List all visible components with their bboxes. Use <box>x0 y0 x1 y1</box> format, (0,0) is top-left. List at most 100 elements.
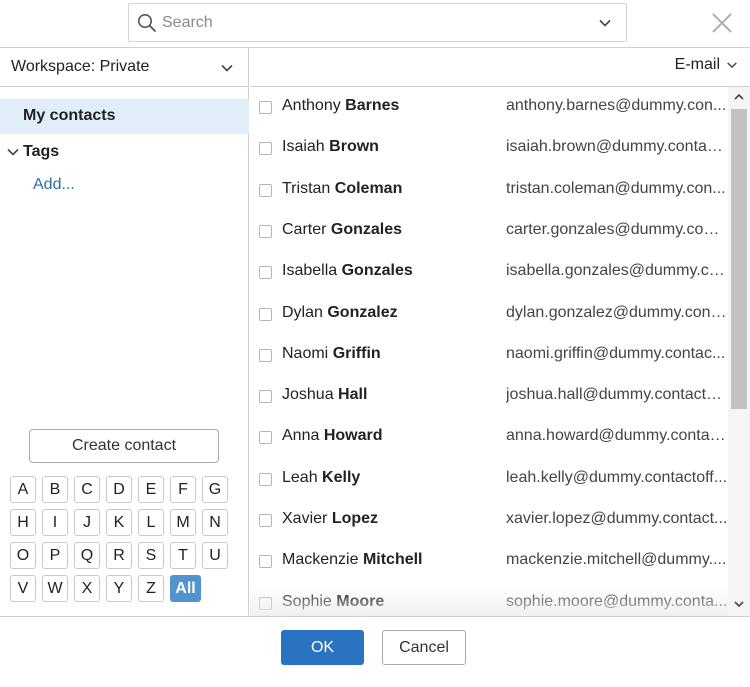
contact-first-name: Anthony <box>282 97 341 114</box>
alpha-key-u[interactable]: U <box>202 542 228 569</box>
sidebar-item-tags[interactable]: Tags <box>0 139 249 165</box>
contact-checkbox[interactable] <box>259 597 272 610</box>
contact-checkbox[interactable] <box>259 184 272 197</box>
list-item[interactable]: Dylan Gonzalez dylan.gonzalez@dummy.cont.… <box>250 294 728 335</box>
alpha-key-w[interactable]: W <box>42 575 68 602</box>
contact-name: Leah Kelly <box>282 469 360 487</box>
alpha-key-k[interactable]: K <box>106 509 132 536</box>
list-item[interactable]: Joshua Hall joshua.hall@dummy.contacto... <box>250 376 728 417</box>
contact-checkbox[interactable] <box>259 431 272 444</box>
alpha-key-q[interactable]: Q <box>74 542 100 569</box>
alpha-key-x[interactable]: X <box>74 575 100 602</box>
add-tag-link[interactable]: Add... <box>33 176 75 194</box>
alpha-key-e[interactable]: E <box>138 476 164 503</box>
contact-email: mackenzie.mitchell@dummy.... <box>506 551 727 568</box>
contact-first-name: Xavier <box>282 510 328 527</box>
list-item[interactable]: Naomi Griffin naomi.griffin@dummy.contac.… <box>250 335 728 376</box>
sidebar-item-label: Tags <box>23 143 60 160</box>
alpha-key-i[interactable]: I <box>42 509 68 536</box>
list-item[interactable]: Mackenzie Mitchell mackenzie.mitchell@dum… <box>250 541 728 582</box>
list-item[interactable]: Isaiah Brown isaiah.brown@dummy.contac... <box>250 128 728 169</box>
contact-email: isabella.gonzales@dummy.co... <box>506 262 728 279</box>
contact-name: Anna Howard <box>282 427 383 445</box>
contact-checkbox[interactable] <box>259 514 272 527</box>
chevron-down-icon[interactable] <box>733 598 745 610</box>
workspace-label: Workspace: Private <box>11 58 150 75</box>
contact-list: Anthony Barnes anthony.barnes@dummy.con..… <box>250 87 728 616</box>
alpha-key-j[interactable]: J <box>74 509 100 536</box>
contact-last-name: Griffin <box>332 345 381 362</box>
scrollbar[interactable] <box>728 87 750 616</box>
alpha-key-m[interactable]: M <box>170 509 196 536</box>
contact-last-name: Moore <box>336 593 385 610</box>
chevron-up-icon[interactable] <box>733 91 745 103</box>
alpha-key-f[interactable]: F <box>170 476 196 503</box>
contact-last-name: Mitchell <box>362 551 423 568</box>
contact-email: sophie.moore@dummy.conta... <box>506 593 728 610</box>
list-item[interactable]: Anna Howard anna.howard@dummy.contac... <box>250 417 728 458</box>
contact-name: Tristan Coleman <box>282 180 402 198</box>
field-select[interactable]: E-mail <box>675 56 738 78</box>
list-item[interactable]: Leah Kelly leah.kelly@dummy.contactoff... <box>250 459 728 500</box>
contact-last-name: Gonzales <box>341 262 413 279</box>
search-box[interactable] <box>128 3 627 42</box>
chevron-down-icon <box>221 64 233 72</box>
alpha-key-z[interactable]: Z <box>138 575 164 602</box>
list-item[interactable]: Sophie Moore sophie.moore@dummy.conta... <box>250 583 728 616</box>
list-item[interactable]: Isabella Gonzales isabella.gonzales@dummy… <box>250 252 728 293</box>
contact-checkbox[interactable] <box>259 555 272 568</box>
list-item[interactable]: Xavier Lopez xavier.lopez@dummy.contact..… <box>250 500 728 541</box>
list-item[interactable]: Anthony Barnes anthony.barnes@dummy.con..… <box>250 87 728 128</box>
contact-first-name: Isaiah <box>282 138 325 155</box>
sidebar-item-label: My contacts <box>23 107 116 124</box>
contact-first-name: Carter <box>282 221 327 238</box>
contact-checkbox[interactable] <box>259 142 272 155</box>
alpha-key-h[interactable]: H <box>10 509 36 536</box>
contact-checkbox[interactable] <box>259 266 272 279</box>
alpha-key-a[interactable]: A <box>10 476 36 503</box>
contact-checkbox[interactable] <box>259 390 272 403</box>
scrollbar-thumb[interactable] <box>731 109 747 409</box>
contact-checkbox[interactable] <box>259 101 272 114</box>
contact-checkbox[interactable] <box>259 349 272 362</box>
chevron-down-icon[interactable] <box>598 16 612 30</box>
sidebar-item-my-contacts[interactable]: My contacts <box>0 99 249 134</box>
ok-button[interactable]: OK <box>281 630 364 665</box>
alpha-key-t[interactable]: T <box>170 542 196 569</box>
alpha-key-n[interactable]: N <box>202 509 228 536</box>
cancel-button[interactable]: Cancel <box>382 630 466 665</box>
contact-email: carter.gonzales@dummy.cont... <box>506 221 728 238</box>
workspace-select[interactable]: Workspace: Private <box>0 48 249 87</box>
alpha-key-b[interactable]: B <box>42 476 68 503</box>
contact-checkbox[interactable] <box>259 225 272 238</box>
contact-first-name: Tristan <box>282 180 331 197</box>
list-item[interactable]: Carter Gonzales carter.gonzales@dummy.con… <box>250 211 728 252</box>
contact-email: leah.kelly@dummy.contactoff... <box>506 469 728 486</box>
contact-checkbox[interactable] <box>259 308 272 321</box>
alpha-key-v[interactable]: V <box>10 575 36 602</box>
contact-name: Naomi Griffin <box>282 345 381 363</box>
alpha-key-g[interactable]: G <box>202 476 228 503</box>
top-bar <box>0 0 750 48</box>
alpha-key-y[interactable]: Y <box>106 575 132 602</box>
list-item[interactable]: Tristan Coleman tristan.coleman@dummy.con… <box>250 170 728 211</box>
close-icon[interactable] <box>709 10 735 36</box>
alpha-key-r[interactable]: R <box>106 542 132 569</box>
contact-name: Anthony Barnes <box>282 97 399 115</box>
contact-name: Dylan Gonzalez <box>282 304 398 322</box>
alpha-key-p[interactable]: P <box>42 542 68 569</box>
left-panel: Workspace: Private My contacts Tags Add.… <box>0 48 249 616</box>
contact-email: naomi.griffin@dummy.contac... <box>506 345 726 362</box>
contact-checkbox[interactable] <box>259 473 272 486</box>
alpha-key-s[interactable]: S <box>138 542 164 569</box>
alpha-key-l[interactable]: L <box>138 509 164 536</box>
alpha-key-d[interactable]: D <box>106 476 132 503</box>
create-contact-button[interactable]: Create contact <box>29 429 219 463</box>
alpha-key-c[interactable]: C <box>74 476 100 503</box>
search-input[interactable] <box>162 11 582 35</box>
alpha-key-all[interactable]: All <box>170 575 201 602</box>
contact-first-name: Mackenzie <box>282 551 359 568</box>
contact-name: Carter Gonzales <box>282 221 402 239</box>
contact-email: isaiah.brown@dummy.contac... <box>506 138 728 155</box>
alpha-key-o[interactable]: O <box>10 542 36 569</box>
